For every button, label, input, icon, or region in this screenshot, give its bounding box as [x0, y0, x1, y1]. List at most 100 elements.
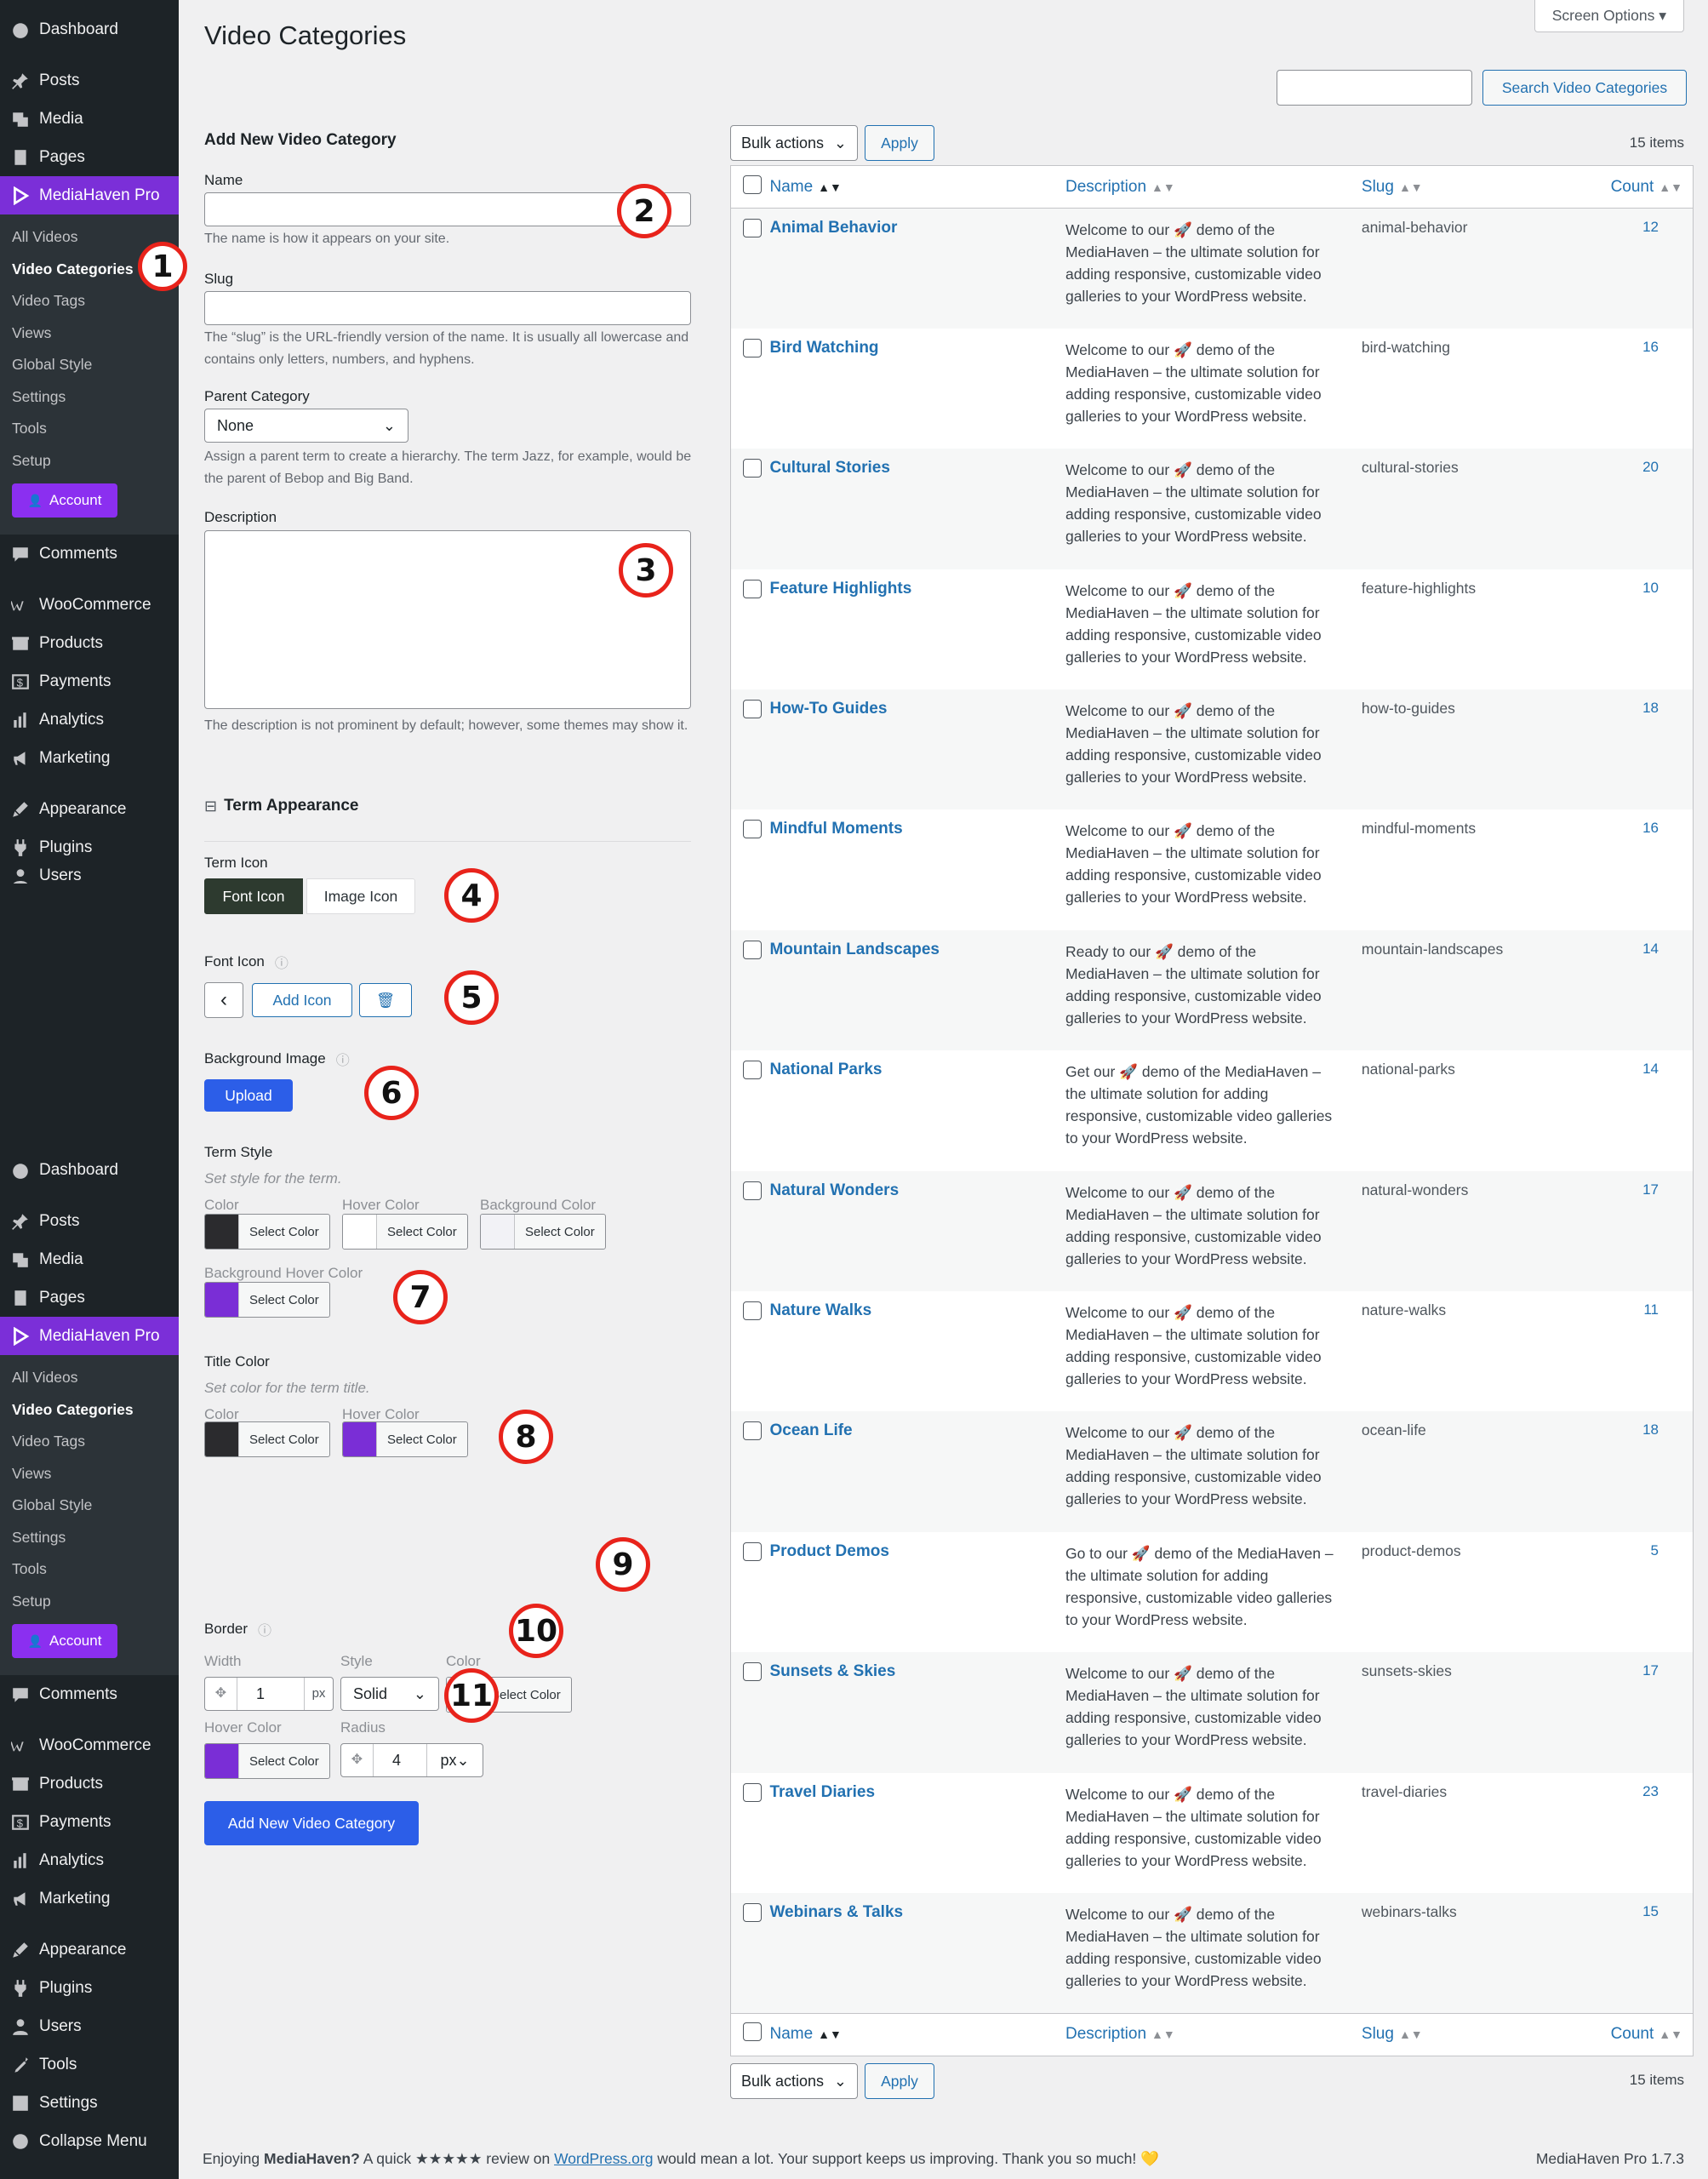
category-name-link[interactable]: Nature Walks: [769, 1301, 871, 1319]
category-count-link[interactable]: 16: [1642, 820, 1659, 836]
term-bg-hover-color-picker[interactable]: Select Color: [204, 1282, 330, 1318]
trash-icon[interactable]: 🗑: [359, 983, 412, 1017]
row-checkbox[interactable]: [743, 940, 762, 959]
row-checkbox[interactable]: [743, 1061, 762, 1080]
menu-item-dashboard[interactable]: Dashboard: [0, 10, 179, 49]
category-count-link[interactable]: 17: [1642, 1181, 1659, 1198]
category-count-link[interactable]: 12: [1642, 219, 1659, 235]
menu-item-marketing[interactable]: Marketing: [0, 1879, 179, 1918]
category-name-link[interactable]: Bird Watching: [769, 339, 878, 357]
row-checkbox[interactable]: [743, 1301, 762, 1321]
menu-item-woocommerce[interactable]: WooCommerce: [0, 1726, 179, 1764]
menu-item-users-partial[interactable]: Users: [0, 866, 179, 884]
image-icon-tab[interactable]: Image Icon: [306, 878, 415, 914]
category-count-link[interactable]: 18: [1642, 700, 1659, 716]
submenu-item-video-tags[interactable]: Video Tags: [0, 285, 179, 317]
submenu-item-video-categories[interactable]: Video Categories: [0, 1394, 179, 1427]
menu-item-woocommerce[interactable]: WooCommerce: [0, 586, 179, 624]
menu-item-payments[interactable]: $ Payments: [0, 1803, 179, 1841]
title-color-picker[interactable]: Select Color: [204, 1421, 330, 1457]
submenu-item-all-videos[interactable]: All Videos: [0, 1362, 179, 1394]
row-checkbox[interactable]: [743, 459, 762, 478]
slug-column-footer[interactable]: Slug ▲▼: [1361, 2012, 1600, 2056]
menu-item-appearance[interactable]: Appearance: [0, 790, 179, 828]
category-count-link[interactable]: 23: [1642, 1783, 1659, 1799]
category-count-link[interactable]: 17: [1642, 1662, 1659, 1679]
count-column-footer[interactable]: Count ▲▼: [1599, 2012, 1694, 2056]
bulk-actions-select-top[interactable]: Bulk actions ⌄: [730, 125, 858, 161]
menu-item-plugins[interactable]: Plugins: [0, 828, 179, 866]
submenu-item-setup[interactable]: Setup: [0, 1586, 179, 1618]
category-name-link[interactable]: Cultural Stories: [769, 459, 889, 477]
submenu-item-views[interactable]: Views: [0, 1458, 179, 1490]
category-name-link[interactable]: Ocean Life: [769, 1421, 852, 1439]
menu-item-collapse-menu[interactable]: Collapse Menu: [0, 2122, 179, 2160]
category-count-link[interactable]: 18: [1642, 1421, 1659, 1438]
row-checkbox[interactable]: [743, 820, 762, 839]
menu-item-media[interactable]: Media: [0, 100, 179, 138]
border-width-input[interactable]: ✥ 1 px: [204, 1677, 334, 1711]
submenu-item-tools[interactable]: Tools: [0, 413, 179, 445]
term-bg-color-picker[interactable]: Select Color: [480, 1214, 606, 1250]
row-checkbox[interactable]: [743, 1782, 762, 1802]
category-name-link[interactable]: Feature Highlights: [769, 580, 911, 598]
chevron-left-icon[interactable]: ‹: [204, 982, 243, 1018]
menu-item-mediahaven-pro[interactable]: MediaHaven Pro: [0, 1317, 179, 1355]
category-count-link[interactable]: 15: [1642, 1903, 1659, 1919]
row-checkbox[interactable]: [743, 579, 762, 598]
parent-select[interactable]: None ⌄: [204, 409, 408, 443]
border-radius-unit-select[interactable]: px⌄: [426, 1744, 483, 1776]
select-all-checkbox-footer[interactable]: [743, 2022, 762, 2042]
category-name-link[interactable]: Travel Diaries: [769, 1783, 875, 1801]
name-column-header[interactable]: Name ▲▼: [769, 165, 1065, 209]
category-name-link[interactable]: National Parks: [769, 1061, 882, 1078]
menu-item-products[interactable]: Products: [0, 624, 179, 662]
category-name-link[interactable]: Natural Wonders: [769, 1181, 899, 1199]
menu-item-products[interactable]: Products: [0, 1764, 179, 1803]
row-checkbox[interactable]: [743, 1902, 762, 1922]
screen-options-button[interactable]: Screen Options ▾: [1534, 0, 1684, 32]
category-name-link[interactable]: Mountain Landscapes: [769, 941, 940, 958]
menu-item-media[interactable]: Media: [0, 1240, 179, 1278]
menu-item-appearance[interactable]: Appearance: [0, 1930, 179, 1969]
menu-item-analytics[interactable]: Analytics: [0, 1841, 179, 1879]
row-checkbox[interactable]: [743, 1662, 762, 1682]
slug-input[interactable]: [204, 291, 691, 325]
row-checkbox[interactable]: [743, 1421, 762, 1441]
menu-item-settings[interactable]: Settings: [0, 2084, 179, 2122]
add-new-category-button[interactable]: Add New Video Category: [204, 1801, 419, 1845]
name-column-footer[interactable]: Name ▲▼: [769, 2012, 1065, 2056]
submenu-item-views[interactable]: Views: [0, 317, 179, 350]
slug-column-header[interactable]: Slug ▲▼: [1361, 165, 1600, 209]
menu-item-mediahaven-pro[interactable]: MediaHaven Pro: [0, 176, 179, 214]
menu-item-comments[interactable]: Comments: [0, 535, 179, 573]
description-column-header[interactable]: Description ▲▼: [1065, 165, 1362, 209]
border-hover-color-picker[interactable]: Select Color: [204, 1743, 330, 1779]
category-name-link[interactable]: Sunsets & Skies: [769, 1662, 895, 1680]
font-icon-tab[interactable]: Font Icon: [204, 878, 303, 914]
menu-item-pages[interactable]: Pages: [0, 1278, 179, 1317]
term-hover-color-picker[interactable]: Select Color: [342, 1214, 468, 1250]
account-button[interactable]: 👤 Account: [12, 483, 117, 518]
title-hover-color-picker[interactable]: Select Color: [342, 1421, 468, 1457]
menu-item-analytics[interactable]: Analytics: [0, 701, 179, 739]
wordpress-org-link[interactable]: WordPress.org: [554, 2150, 653, 2167]
category-count-link[interactable]: 20: [1642, 459, 1659, 475]
search-categories-button[interactable]: Search Video Categories: [1482, 70, 1687, 106]
category-count-link[interactable]: 14: [1642, 941, 1659, 957]
menu-item-payments[interactable]: $ Payments: [0, 662, 179, 701]
menu-item-dashboard[interactable]: Dashboard: [0, 1151, 179, 1189]
description-textarea[interactable]: [204, 530, 691, 709]
menu-item-pages[interactable]: Pages: [0, 138, 179, 176]
term-color-picker[interactable]: Select Color: [204, 1214, 330, 1250]
category-count-link[interactable]: 10: [1642, 580, 1659, 596]
row-checkbox[interactable]: [743, 338, 762, 357]
row-checkbox[interactable]: [743, 219, 762, 237]
upload-button[interactable]: Upload: [204, 1079, 293, 1112]
category-name-link[interactable]: Mindful Moments: [769, 820, 902, 838]
add-icon-button[interactable]: Add Icon: [252, 983, 352, 1017]
submenu-item-tools[interactable]: Tools: [0, 1553, 179, 1586]
search-input[interactable]: [1277, 70, 1472, 106]
submenu-item-settings[interactable]: Settings: [0, 1522, 179, 1554]
category-count-link[interactable]: 14: [1642, 1061, 1659, 1077]
